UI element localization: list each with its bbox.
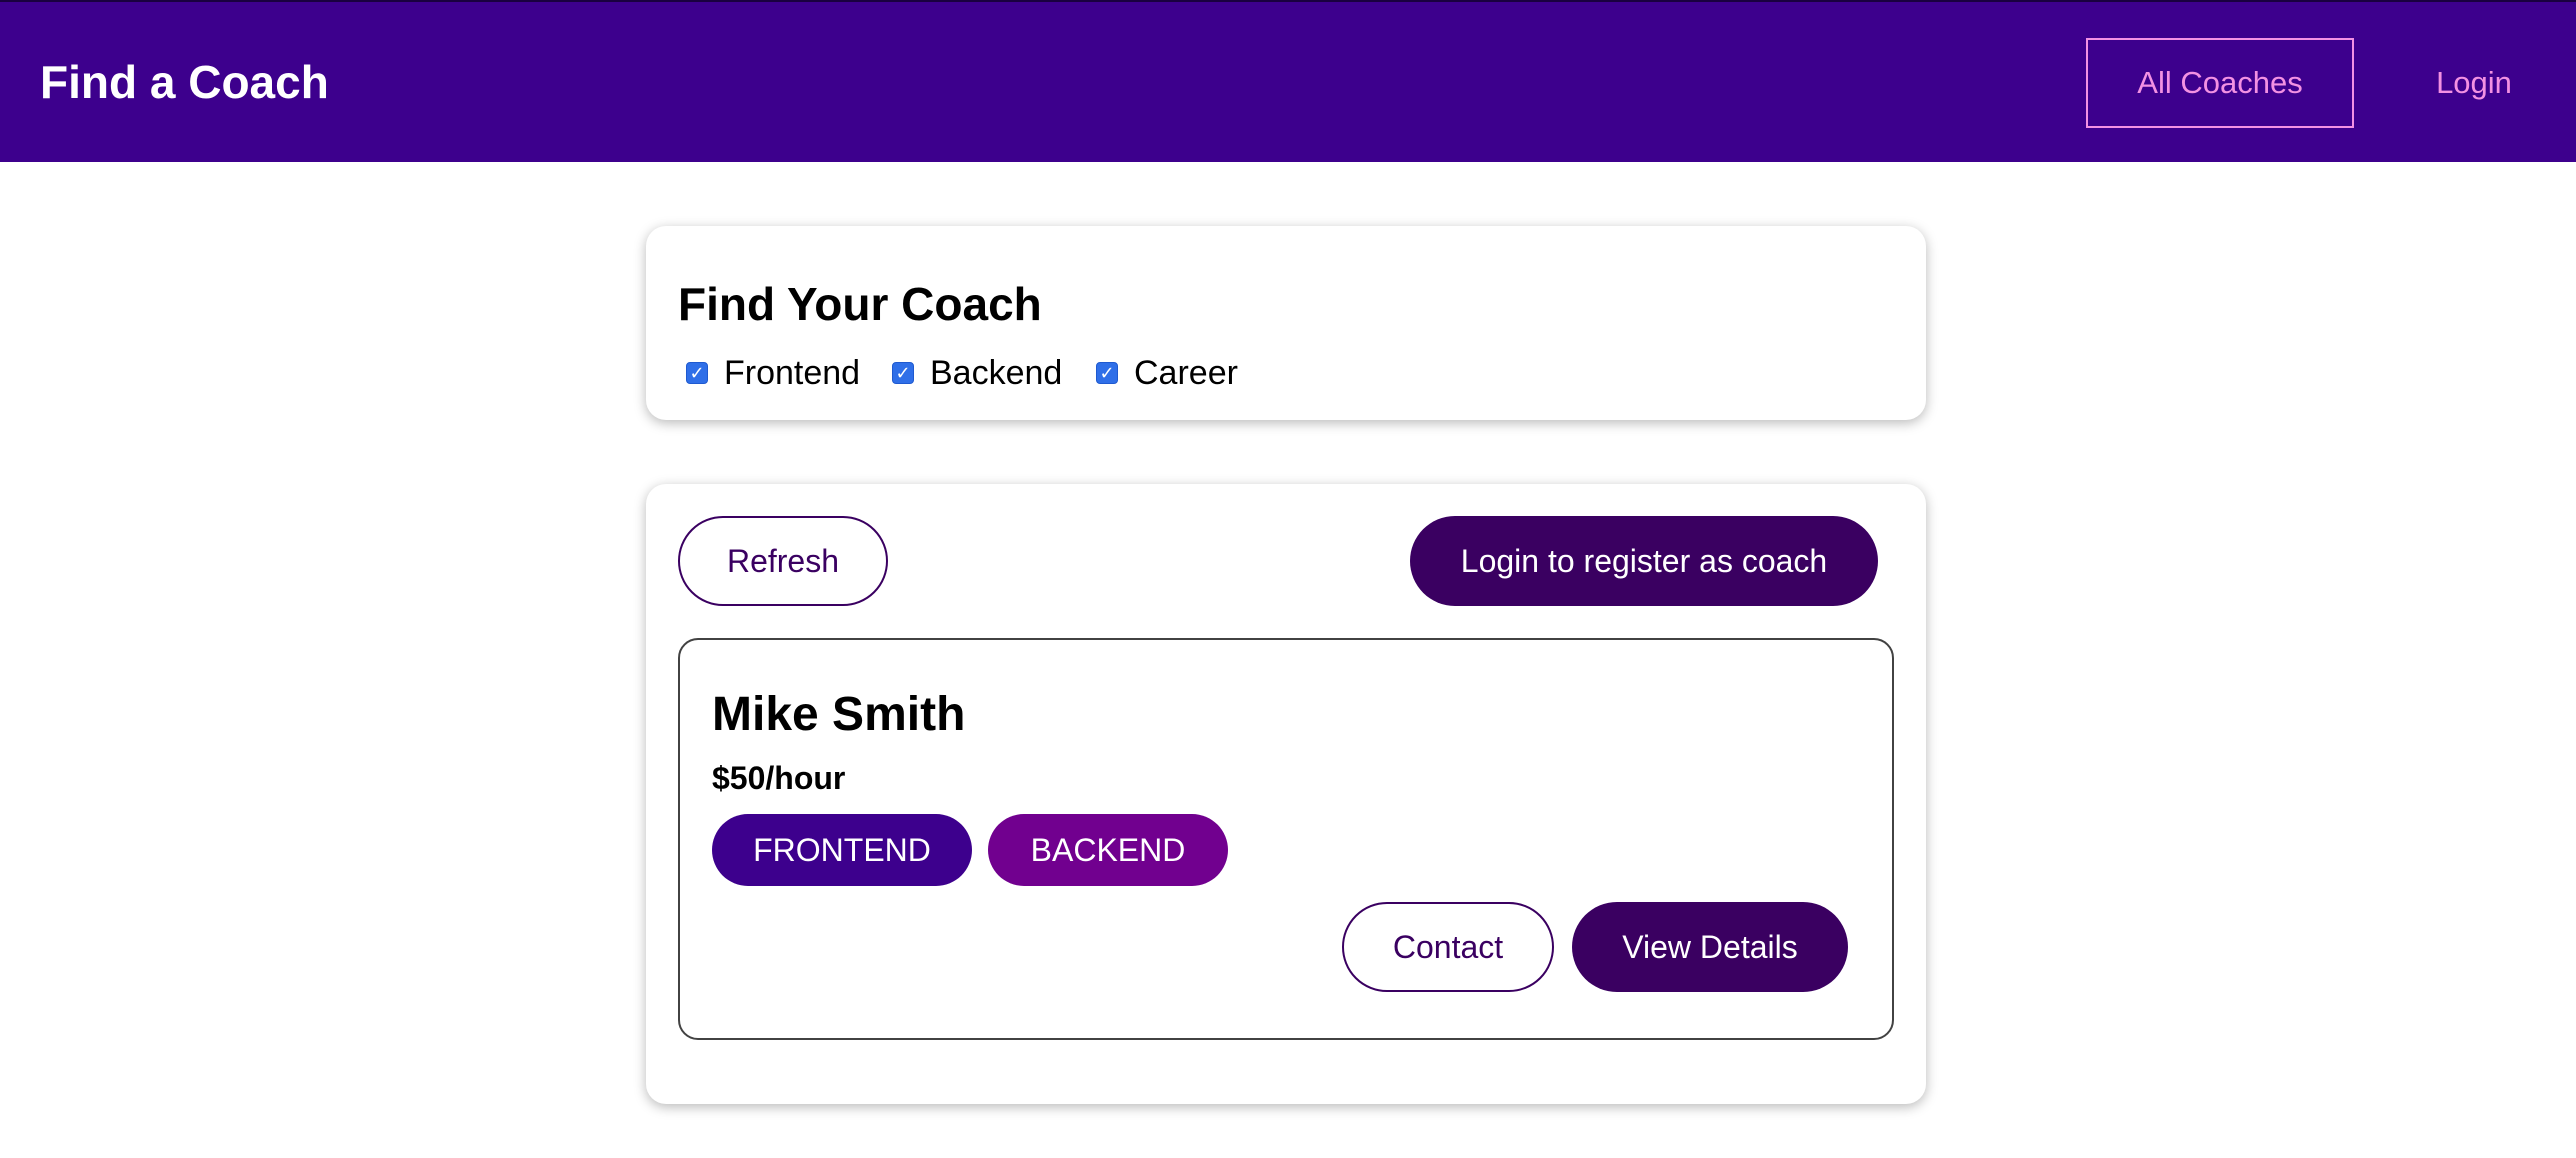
badge-backend: BACKEND [988, 814, 1228, 886]
filter-option-backend[interactable]: ✓ Backend [892, 352, 1062, 394]
coach-list-card: Refresh Login to register as coach Mike … [646, 484, 1926, 1104]
checkbox-backend[interactable]: ✓ [892, 362, 914, 384]
checkbox-frontend[interactable]: ✓ [686, 362, 708, 384]
filter-label-backend: Backend [930, 353, 1063, 392]
badge-frontend: FRONTEND [712, 814, 972, 886]
filter-title: Find Your Coach [678, 278, 1042, 330]
filter-card: Find Your Coach ✓ Frontend ✓ Backend ✓ C… [646, 226, 1926, 420]
filter-option-career[interactable]: ✓ Career [1096, 352, 1238, 394]
check-icon: ✓ [1099, 362, 1115, 383]
contact-button[interactable]: Contact [1342, 902, 1554, 992]
nav-login[interactable]: Login [2418, 38, 2530, 128]
filter-label-frontend: Frontend [724, 353, 861, 392]
top-header: Find a Coach All Coaches Login [0, 0, 2576, 162]
brand-link[interactable]: Find a Coach [40, 54, 329, 110]
register-as-coach-button[interactable]: Login to register as coach [1410, 516, 1878, 606]
coach-name: Mike Smith [712, 688, 966, 741]
refresh-button[interactable]: Refresh [678, 516, 888, 606]
view-details-button[interactable]: View Details [1572, 902, 1848, 992]
checkbox-career[interactable]: ✓ [1096, 362, 1118, 384]
coach-list-item: Mike Smith $50/hour FRONTEND BACKEND Con… [678, 638, 1894, 1040]
coach-rate: $50/hour [712, 760, 846, 796]
nav-all-coaches[interactable]: All Coaches [2086, 38, 2354, 128]
filter-label-career: Career [1134, 353, 1238, 392]
filter-option-frontend[interactable]: ✓ Frontend [686, 352, 860, 394]
check-icon: ✓ [895, 362, 911, 383]
check-icon: ✓ [689, 362, 705, 383]
